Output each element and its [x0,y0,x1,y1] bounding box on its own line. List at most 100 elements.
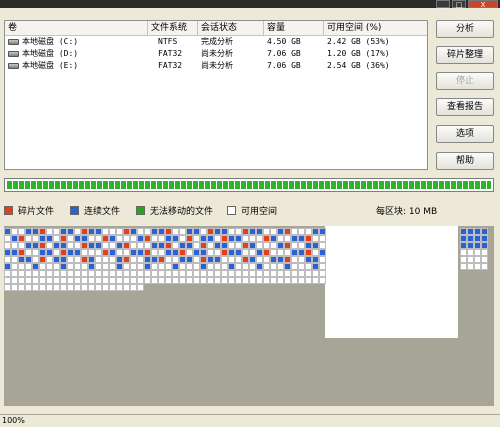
disk-block [95,270,102,277]
disk-block [60,284,67,291]
column-volume[interactable]: 卷 [5,21,148,35]
free-space-region [325,226,458,338]
disk-block [214,228,221,235]
progress-bar [4,178,494,192]
disk-block [123,284,130,291]
disk-block [88,263,95,270]
disk-block [109,277,116,284]
disk-block [144,270,151,277]
disk-block [74,277,81,284]
disk-block [130,242,137,249]
maximize-button[interactable]: □ [452,0,466,9]
disk-block [18,235,25,242]
disk-block [207,235,214,242]
disk-block [116,277,123,284]
disk-block [123,242,130,249]
disk-block [291,270,298,277]
disk-block [4,235,11,242]
minimize-button[interactable]: _ [436,0,450,9]
disk-block [214,242,221,249]
disk-block [102,284,109,291]
disk-block [109,228,116,235]
disk-block [172,242,179,249]
help-button[interactable]: 帮助 [436,152,494,170]
column-filesystem[interactable]: 文件系统 [148,21,198,35]
disk-block [319,242,326,249]
disk-block [11,256,18,263]
disk-block [102,249,109,256]
volume-fs: FAT32 [158,61,183,70]
disk-block [109,249,116,256]
disk-block [46,270,53,277]
disk-block [95,228,102,235]
disk-block [88,242,95,249]
disk-block [74,256,81,263]
disk-block [46,277,53,284]
disk-block [25,277,32,284]
disk-block [53,242,60,249]
disk-block [137,270,144,277]
disk-block [130,277,137,284]
disk-block [60,270,67,277]
volume-list[interactable]: 卷 文件系统 会话状态 容量 可用空间 (%) 本地磁盘 (C:) NTFS 完… [4,20,428,170]
disk-block [256,277,263,284]
disk-block [467,263,474,270]
disk-block [460,228,467,235]
disk-block [81,270,88,277]
disk-block [312,242,319,249]
disk-block [18,256,25,263]
disk-block [165,235,172,242]
disk-block [32,249,39,256]
disk-block [151,249,158,256]
disk-block [298,277,305,284]
column-free-space[interactable]: 可用空间 (%) [324,21,427,35]
disk-block [207,249,214,256]
disk-block [11,235,18,242]
view-report-button[interactable]: 查看报告 [436,98,494,116]
disk-block [242,256,249,263]
disk-block [186,270,193,277]
disk-block [200,270,207,277]
disk-block [123,263,130,270]
column-capacity[interactable]: 容量 [264,21,324,35]
disk-block [256,235,263,242]
options-button[interactable]: 选项 [436,125,494,143]
disk-block [102,235,109,242]
disk-block [109,270,116,277]
disk-block [39,228,46,235]
analyze-button[interactable]: 分析 [436,20,494,38]
disk-block [137,235,144,242]
disk-block [312,256,319,263]
disk-block [67,235,74,242]
disk-block [277,256,284,263]
disk-block [270,249,277,256]
column-session-status[interactable]: 会话状态 [198,21,264,35]
volume-row[interactable]: 本地磁盘 (E:) FAT32 尚未分析 7.06 GB 2.54 GB (36… [5,60,427,72]
disk-block [25,263,32,270]
disk-block [235,249,242,256]
disk-block [123,277,130,284]
close-button[interactable]: X [468,0,498,9]
volume-row[interactable]: 本地磁盘 (C:) NTFS 完成分析 4.50 GB 2.42 GB (53%… [5,36,427,48]
disk-block [74,228,81,235]
disk-block [130,249,137,256]
defrag-button[interactable]: 碎片整理 [436,46,494,64]
disk-block [67,277,74,284]
disk-block [263,256,270,263]
disk-block [137,284,144,291]
disk-block [32,284,39,291]
disk-block [214,263,221,270]
disk-map [4,226,494,406]
volume-row[interactable]: 本地磁盘 (D:) FAT32 尚未分析 7.06 GB 1.20 GB (17… [5,48,427,60]
disk-block [18,249,25,256]
disk-block [284,242,291,249]
volume-free: 2.42 GB (53%) [327,37,390,46]
disk-block [130,284,137,291]
disk-block [116,270,123,277]
stop-button[interactable]: 停止 [436,72,494,90]
disk-block [53,270,60,277]
disk-block [95,263,102,270]
disk-block [298,263,305,270]
disk-block [32,235,39,242]
disk-block [242,242,249,249]
